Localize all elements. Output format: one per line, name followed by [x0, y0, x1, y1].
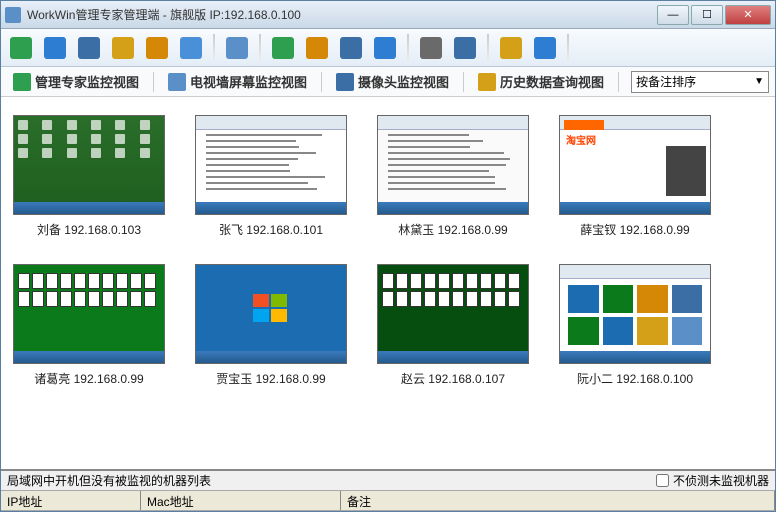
toolbar-separator: [487, 34, 489, 62]
col-note[interactable]: 备注: [341, 491, 775, 510]
thumbnail-caption: 赵云 192.168.0.107: [401, 370, 505, 387]
globe-icon[interactable]: [41, 34, 69, 62]
thumbnail-screenshot: [13, 264, 165, 364]
thumbnail-caption: 诸葛亮 192.168.0.99: [34, 370, 143, 387]
window-controls: — ☐ ✕: [657, 5, 771, 25]
view-tab-1[interactable]: 电视墙屏幕监控视图: [162, 69, 313, 94]
footer-header: 局域网中开机但没有被监视的机器列表 不侦测未监视机器: [1, 471, 775, 491]
users-icon[interactable]: [109, 34, 137, 62]
help-icon[interactable]: [531, 34, 559, 62]
thumbnail-screenshot: 淘宝网: [559, 115, 711, 215]
col-mac[interactable]: Mac地址: [141, 491, 341, 510]
footer-title: 局域网中开机但没有被监视的机器列表: [7, 472, 211, 489]
thumbnail-caption: 阮小二 192.168.0.100: [577, 370, 693, 387]
cd-icon[interactable]: [417, 34, 445, 62]
book-icon[interactable]: [451, 34, 479, 62]
footer-panel: 局域网中开机但没有被监视的机器列表 不侦测未监视机器 IP地址 Mac地址 备注: [1, 469, 775, 511]
thumbnail-caption: 薛宝钗 192.168.0.99: [580, 221, 689, 238]
toolbar-separator: [259, 34, 261, 62]
monitor2-icon[interactable]: [223, 34, 251, 62]
thumbnail-screenshot: [13, 115, 165, 215]
sort-dropdown[interactable]: 按备注排序▼: [631, 71, 769, 93]
app-window: WorkWin管理专家管理端 - 旗舰版 IP:192.168.0.100 — …: [0, 0, 776, 512]
thumbnail-6[interactable]: 赵云 192.168.0.107: [377, 264, 529, 387]
thumbnail-grid: 刘备 192.168.0.103 张飞 192.168.0.101 林黛玉 192.…: [1, 97, 775, 469]
thumbnail-7[interactable]: 阮小二 192.168.0.100: [559, 264, 711, 387]
view-tab-0[interactable]: 管理专家监控视图: [7, 69, 145, 94]
thumbnail-screenshot: [195, 115, 347, 215]
view-tab-label: 摄像头监控视图: [358, 72, 449, 91]
thumbnail-2[interactable]: 林黛玉 192.168.0.99: [377, 115, 529, 238]
thumbnail-4[interactable]: 诸葛亮 192.168.0.99: [13, 264, 165, 387]
chevron-down-icon: ▼: [754, 76, 764, 87]
disk-icon[interactable]: [177, 34, 205, 62]
detect-checkbox[interactable]: [656, 474, 669, 487]
thumbnail-caption: 张飞 192.168.0.101: [219, 221, 323, 238]
minimize-button[interactable]: —: [657, 5, 689, 25]
thumbnail-screenshot: [559, 264, 711, 364]
view-tab-icon: [336, 73, 354, 91]
view-tab-icon: [168, 73, 186, 91]
monitor-icon[interactable]: [75, 34, 103, 62]
toolbar-separator: [407, 34, 409, 62]
thumbnail-0[interactable]: 刘备 192.168.0.103: [13, 115, 165, 238]
thumbnail-screenshot: [377, 115, 529, 215]
view-tab-2[interactable]: 摄像头监控视图: [330, 69, 455, 94]
thumbnail-screenshot: [195, 264, 347, 364]
main-toolbar: [1, 29, 775, 67]
view-tab-label: 历史数据查询视图: [500, 72, 604, 91]
view-tab-label: 电视墙屏幕监控视图: [190, 72, 307, 91]
refresh-icon[interactable]: [269, 34, 297, 62]
toolbar-separator: [567, 34, 569, 62]
mail-icon[interactable]: [303, 34, 331, 62]
thumbnail-1[interactable]: 张飞 192.168.0.101: [195, 115, 347, 238]
thumbnail-screenshot: [377, 264, 529, 364]
list-icon[interactable]: [497, 34, 525, 62]
maximize-button[interactable]: ☐: [691, 5, 723, 25]
detect-checkbox-label[interactable]: 不侦测未监视机器: [656, 472, 769, 489]
people-icon[interactable]: [143, 34, 171, 62]
window-title: WorkWin管理专家管理端 - 旗舰版 IP:192.168.0.100: [27, 6, 657, 23]
col-ip[interactable]: IP地址: [1, 491, 141, 510]
search-icon[interactable]: [337, 34, 365, 62]
screens-icon[interactable]: [7, 34, 35, 62]
network-icon[interactable]: [371, 34, 399, 62]
toolbar-separator: [213, 34, 215, 62]
view-tabs-bar: 管理专家监控视图 电视墙屏幕监控视图 摄像头监控视图 历史数据查询视图 按备注排序▼: [1, 67, 775, 97]
thumbnail-3[interactable]: 淘宝网薛宝钗 192.168.0.99: [559, 115, 711, 238]
thumbnail-caption: 林黛玉 192.168.0.99: [398, 221, 507, 238]
footer-columns: IP地址 Mac地址 备注: [1, 491, 775, 511]
app-icon: [5, 7, 21, 23]
thumbnail-caption: 刘备 192.168.0.103: [37, 221, 141, 238]
view-tab-icon: [13, 73, 31, 91]
view-tab-3[interactable]: 历史数据查询视图: [472, 69, 610, 94]
titlebar: WorkWin管理专家管理端 - 旗舰版 IP:192.168.0.100 — …: [1, 1, 775, 29]
view-tab-label: 管理专家监控视图: [35, 72, 139, 91]
thumbnail-5[interactable]: 贾宝玉 192.168.0.99: [195, 264, 347, 387]
close-button[interactable]: ✕: [725, 5, 771, 25]
view-tab-icon: [478, 73, 496, 91]
thumbnail-caption: 贾宝玉 192.168.0.99: [216, 370, 325, 387]
